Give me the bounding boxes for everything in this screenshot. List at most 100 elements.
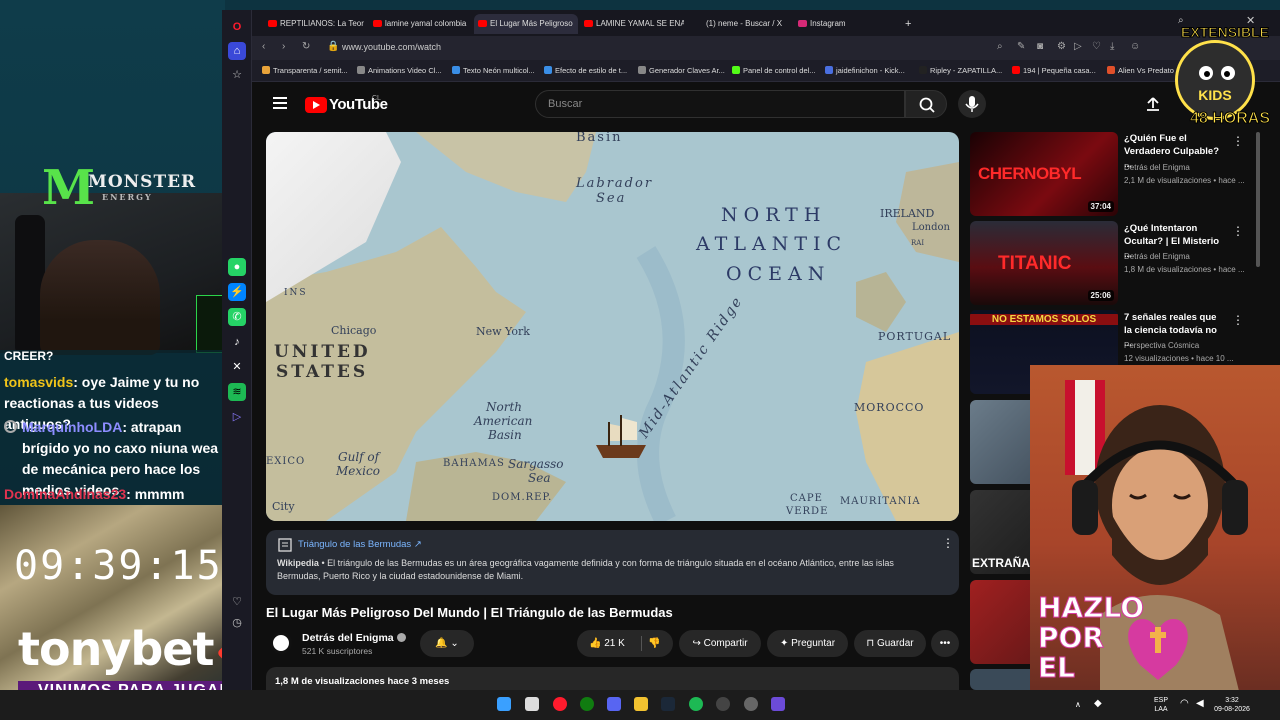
player-icon[interactable]: ▷ bbox=[228, 408, 246, 426]
folder-icon[interactable] bbox=[634, 697, 648, 711]
scrollbar[interactable] bbox=[1256, 132, 1260, 267]
obs-icon[interactable] bbox=[716, 697, 730, 711]
home-icon[interactable]: ⌂ bbox=[228, 42, 246, 60]
reload-icon[interactable]: ↻ bbox=[302, 41, 310, 52]
video-thumbnail[interactable]: CHERNOBYL 37:04 bbox=[970, 132, 1118, 216]
steam-icon[interactable] bbox=[661, 697, 675, 711]
more-options-icon[interactable]: ⋮ bbox=[1232, 224, 1244, 238]
tiktok-icon[interactable]: ♪ bbox=[228, 333, 246, 351]
tab-instagram[interactable]: Instagram bbox=[794, 14, 884, 34]
channel-name[interactable]: Detrás del Enigma bbox=[1124, 161, 1254, 174]
more-options-icon[interactable]: ⋮ bbox=[1232, 313, 1244, 327]
spotify-icon[interactable]: ≋ bbox=[228, 383, 246, 401]
bookmark-item[interactable]: Texto Neón multicol... bbox=[452, 66, 535, 75]
opera-taskbar-icon[interactable] bbox=[553, 697, 567, 711]
chevron-down-icon: ⌄ bbox=[450, 638, 459, 649]
heart-icon[interactable]: ♡ bbox=[228, 593, 246, 611]
whatsapp-icon[interactable]: ✆ bbox=[228, 308, 246, 326]
channel-name[interactable]: Detrás del Enigma bbox=[302, 632, 406, 644]
video-player[interactable]: Basin Labrador Sea NORTH ATLANTIC OCEAN … bbox=[266, 132, 959, 521]
star-icon[interactable]: ☆ bbox=[228, 66, 246, 84]
bookmark-item[interactable]: Alien Vs Predato bbox=[1107, 66, 1174, 75]
tab-lamine-enamora[interactable]: LAMINE YAMAL SE ENAM bbox=[580, 14, 684, 34]
more-options-icon[interactable]: ⋮ bbox=[1232, 134, 1244, 148]
map-label: Sea bbox=[528, 471, 551, 485]
dislike-button[interactable]: 👎 bbox=[648, 630, 672, 657]
bookmark-item[interactable]: Animations Video Cl... bbox=[357, 66, 442, 75]
map-label: City bbox=[272, 500, 295, 513]
menu-icon[interactable] bbox=[273, 97, 287, 109]
voice-search-button[interactable] bbox=[958, 90, 986, 118]
tools-icon[interactable]: ⚙ bbox=[1057, 41, 1066, 52]
thumbs-up-icon: 👍 bbox=[589, 638, 602, 649]
file-app-icon[interactable] bbox=[525, 697, 539, 711]
camera-icon[interactable]: ◙ bbox=[1037, 41, 1043, 52]
video-thumbnail[interactable]: TITANIC 25:06 bbox=[970, 221, 1118, 305]
chat-app-icon[interactable]: ● bbox=[228, 258, 246, 276]
upload-icon[interactable] bbox=[1145, 96, 1161, 112]
download-icon[interactable]: ⤓ bbox=[1110, 41, 1114, 52]
x-icon[interactable]: ✕ bbox=[228, 358, 246, 376]
youtube-logo[interactable]: YouTube CL bbox=[305, 95, 405, 115]
forward-icon[interactable]: › bbox=[282, 41, 285, 52]
tab-x-search[interactable]: (1) neme - Buscar / X bbox=[690, 14, 790, 34]
save-button[interactable]: ⊓ Guardar bbox=[854, 630, 926, 657]
opera-logo-icon[interactable]: O bbox=[228, 18, 246, 36]
info-card-description: • El triángulo de las Bermudas es un áre… bbox=[277, 558, 894, 581]
more-options-icon[interactable]: ⋮ bbox=[942, 536, 954, 550]
messenger-icon[interactable]: ⚡ bbox=[228, 283, 246, 301]
heart-icon[interactable]: ♡ bbox=[1092, 41, 1101, 52]
xbox-icon[interactable] bbox=[580, 697, 594, 711]
more-actions-button[interactable]: ••• bbox=[931, 630, 959, 657]
info-card-text: Wikipedia • El triángulo de las Bermudas… bbox=[277, 557, 937, 583]
bookmark-item[interactable]: 194 | Pequeña casa... bbox=[1012, 66, 1096, 75]
app-icon[interactable] bbox=[744, 697, 758, 711]
bookmarks-bar: Transparenta / semit... Animations Video… bbox=[252, 60, 1280, 82]
video-duration: 25:06 bbox=[1087, 290, 1114, 301]
video-meta: 1,8 M de visualizaciones • hace ... bbox=[1124, 265, 1245, 274]
language-indicator[interactable]: ESP LAA bbox=[1150, 696, 1172, 714]
wifi-icon[interactable]: ◠ bbox=[1180, 698, 1189, 709]
play-icon[interactable]: ▷ bbox=[1074, 41, 1082, 52]
edit-icon[interactable]: ✎ bbox=[1017, 41, 1025, 52]
search-button[interactable] bbox=[905, 90, 947, 118]
map-label: VERDE bbox=[786, 506, 829, 517]
history-icon[interactable]: ◷ bbox=[228, 614, 246, 632]
profile-icon[interactable]: ☺ bbox=[1130, 41, 1140, 52]
info-card[interactable]: Triángulo de las Bermudas ↗ Wikipedia • … bbox=[266, 530, 959, 595]
search-input[interactable]: Buscar bbox=[535, 90, 905, 118]
bookmark-item[interactable]: Panel de control del... bbox=[732, 66, 816, 75]
bookmark-item[interactable]: Transparenta / semit... bbox=[262, 66, 348, 75]
channel-name[interactable]: Perspectiva Cósmica bbox=[1124, 339, 1254, 352]
new-tab-button[interactable]: + bbox=[902, 14, 918, 34]
notifications-button[interactable]: 🔔 ⌄ bbox=[420, 630, 474, 657]
tab-reptilianos[interactable]: REPTILIANOS: La Teoría C bbox=[264, 14, 364, 34]
bookmark-item[interactable]: Efecto de estilo de t... bbox=[544, 66, 627, 75]
system-clock[interactable]: 3:32 09-08-2026 bbox=[1212, 696, 1252, 714]
app-icon[interactable] bbox=[771, 697, 785, 711]
map-label: STATES bbox=[276, 362, 369, 382]
bookmark-item[interactable]: jaidefinichon - Kick... bbox=[825, 66, 905, 75]
channel-name[interactable]: Detrás del Enigma bbox=[1124, 250, 1254, 263]
windows-start-icon[interactable] bbox=[497, 697, 511, 711]
bookmark-item[interactable]: Generador Claves Ar... bbox=[638, 66, 725, 75]
tray-arrow-icon[interactable]: ∧ bbox=[1075, 700, 1081, 709]
spotify-icon[interactable] bbox=[689, 697, 703, 711]
tab-lamine-yamal[interactable]: lamine yamal colombia - Y bbox=[369, 14, 469, 34]
discord-icon[interactable] bbox=[607, 697, 621, 711]
youtube-tab-icon bbox=[478, 20, 487, 27]
channel-avatar[interactable] bbox=[270, 632, 292, 654]
bookmark-item[interactable]: Ripley - ZAPATILLA... bbox=[919, 66, 1002, 75]
share-button[interactable]: ↪ Compartir bbox=[679, 630, 761, 657]
info-card-title[interactable]: Triángulo de las Bermudas ↗ bbox=[298, 539, 422, 550]
zoom-icon[interactable]: ⌕ bbox=[997, 41, 1003, 52]
tab-active-video[interactable]: El Lugar Más Peligroso bbox=[474, 14, 578, 34]
monster-logo-word: MONSTER bbox=[88, 172, 197, 192]
back-icon[interactable]: ‹ bbox=[262, 41, 265, 52]
volume-icon[interactable]: ◀ bbox=[1196, 698, 1204, 709]
ask-button[interactable]: ✦ Preguntar bbox=[767, 630, 848, 657]
overlay-text: HAZLO POR EL bbox=[1037, 591, 1145, 684]
tray-app-icon[interactable]: ◆ bbox=[1094, 698, 1102, 709]
url-field[interactable]: www.youtube.com/watch bbox=[342, 42, 441, 52]
map-label: OCEAN bbox=[726, 263, 831, 285]
